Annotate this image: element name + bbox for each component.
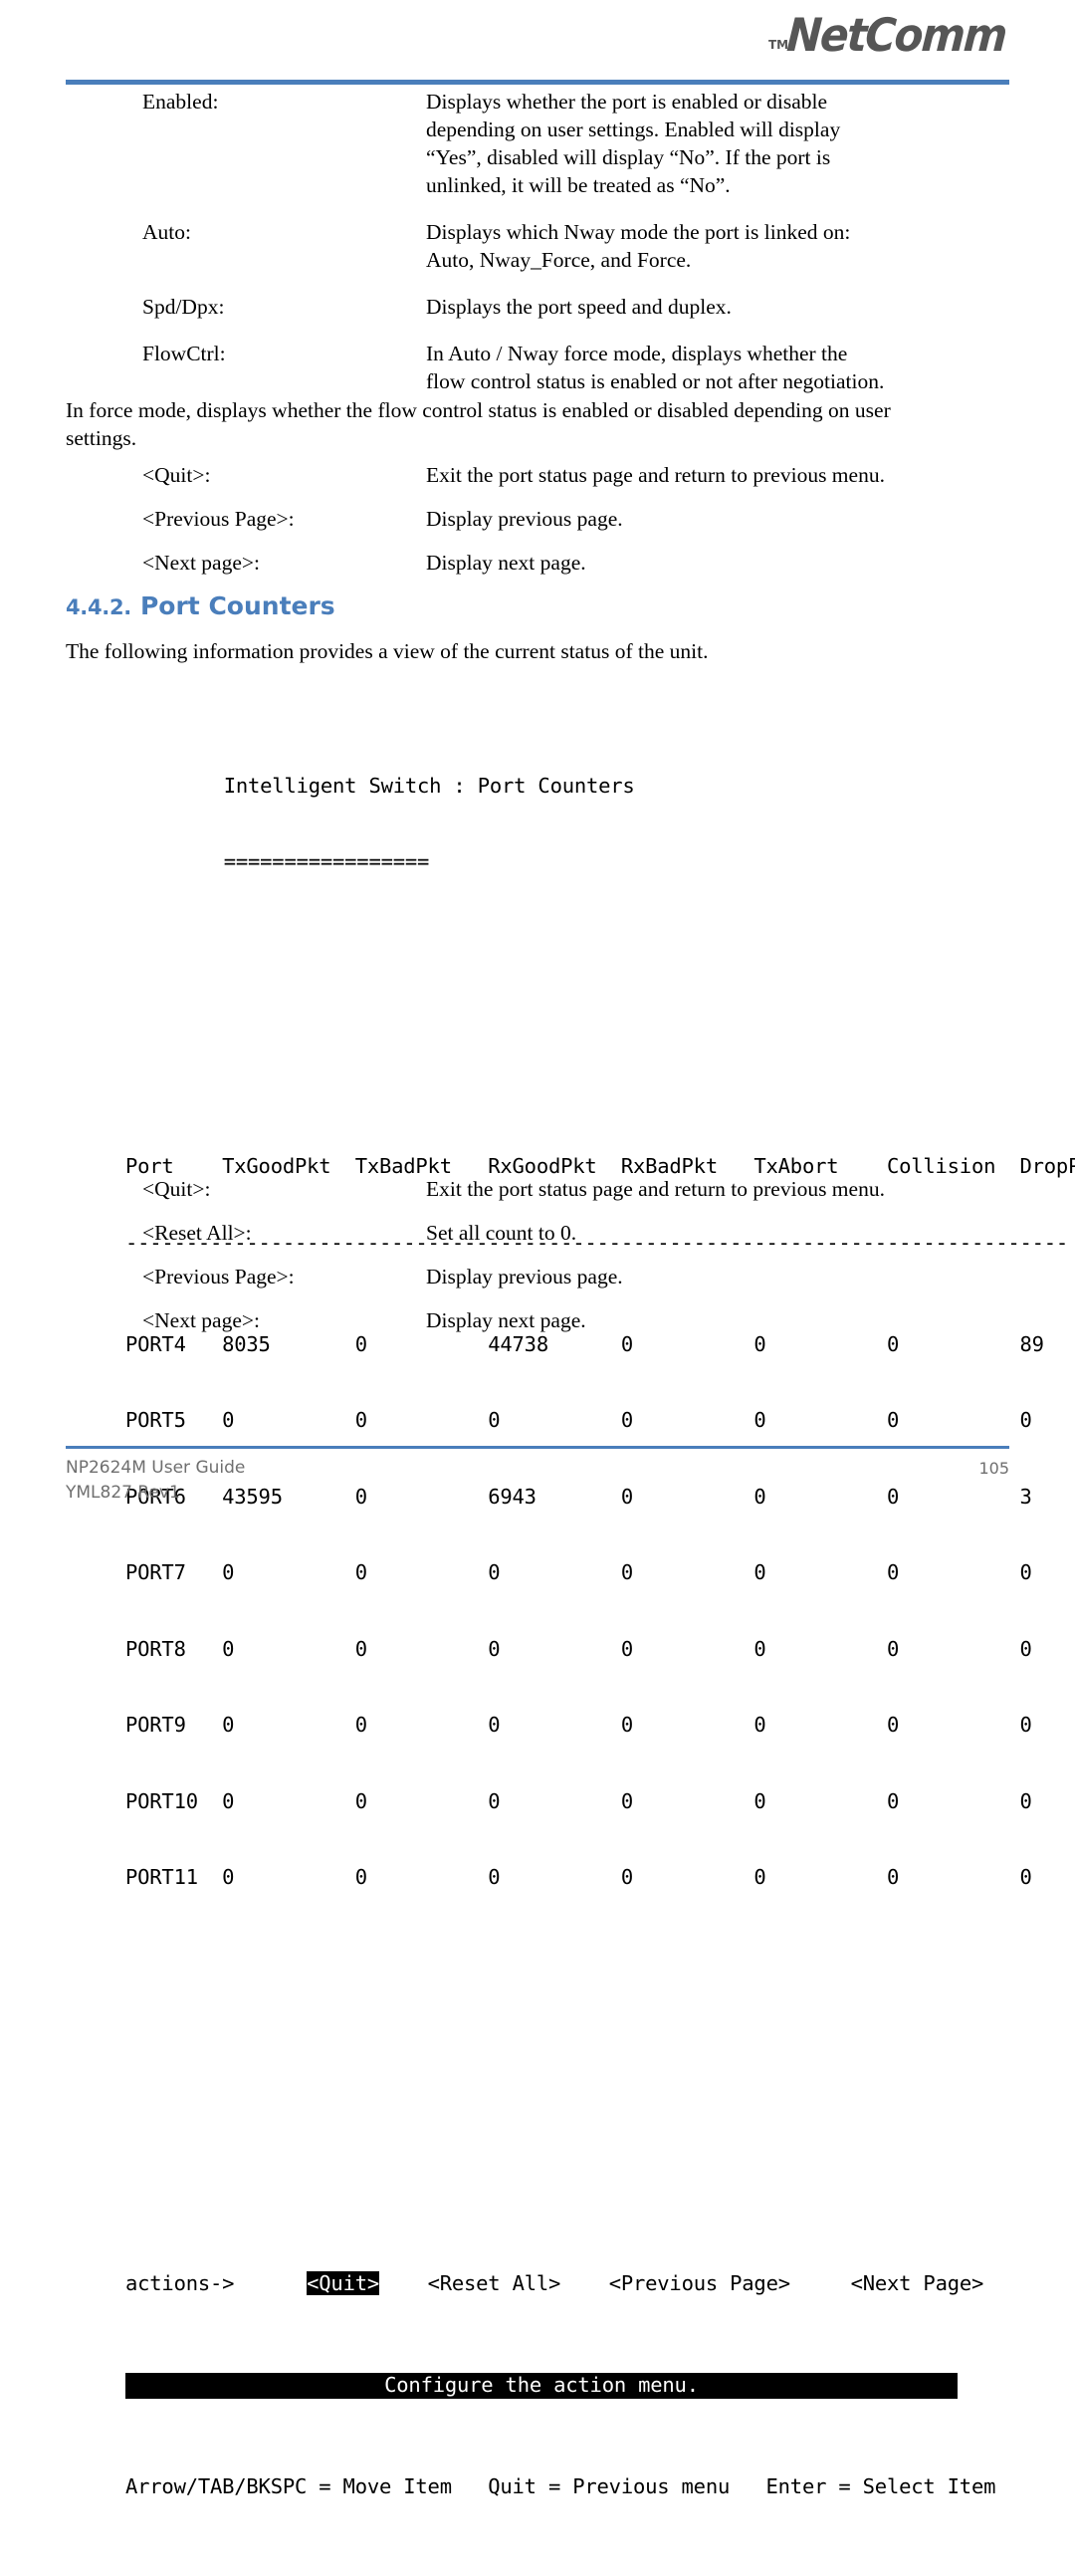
definition-description: Displays which Nway mode the port is lin… bbox=[426, 218, 1009, 274]
definition-description: Displays the port speed and duplex. bbox=[426, 293, 1009, 321]
definition-line: depending on user settings. Enabled will… bbox=[426, 117, 841, 141]
actions-gap bbox=[790, 2271, 851, 2295]
terminal-spacer bbox=[125, 1967, 958, 2017]
definition-row: <Previous Page>: Display previous page. bbox=[66, 1263, 1009, 1290]
paragraph-line: settings. bbox=[66, 426, 137, 450]
document-page: NetCommTM Enabled: Displays whether the … bbox=[0, 0, 1075, 2498]
definition-term: <Quit>: bbox=[142, 1177, 211, 1201]
definition-term: <Previous Page>: bbox=[142, 507, 295, 531]
definition-description: Displays whether the port is enabled or … bbox=[426, 88, 1009, 199]
definition-row: <Next page>: Display next page. bbox=[66, 1306, 1009, 1334]
page-title: Port Counters bbox=[139, 591, 335, 620]
actions-gap bbox=[379, 2271, 428, 2295]
section-number: 4.4.2. bbox=[66, 595, 131, 619]
definition-line: Auto, Nway_Force, and Force. bbox=[426, 248, 692, 272]
definition-list-port-counters-actions: <Quit>: Exit the port status page and re… bbox=[66, 1175, 1009, 1350]
definition-row: Enabled: Displays whether the port is en… bbox=[66, 88, 1009, 199]
terminal-spacer bbox=[125, 1053, 958, 1078]
definition-term: <Next page>: bbox=[142, 551, 260, 575]
definition-line: “Yes”, disabled will display “No”. If th… bbox=[426, 145, 831, 169]
definition-row: Auto: Displays which Nway mode the port … bbox=[66, 218, 1009, 274]
table-row: PORT10 0 0 0 0 0 0 0 bbox=[125, 1788, 1032, 1813]
definition-list-port-status: Enabled: Displays whether the port is en… bbox=[66, 88, 1009, 414]
header-rule bbox=[66, 80, 1009, 85]
definition-description: Exit the port status page and return to … bbox=[426, 1177, 885, 1201]
definition-line: flow control status is enabled or not af… bbox=[426, 369, 885, 393]
action-item-quit[interactable]: <Quit> bbox=[307, 2271, 379, 2295]
netcomm-wordmark: NetComm bbox=[784, 8, 1008, 62]
definition-row: <Next page>: Display next page. bbox=[66, 549, 1009, 577]
definition-term: <Reset All>: bbox=[142, 1221, 252, 1245]
paragraph-line: The following information provides a vie… bbox=[66, 639, 709, 663]
trademark-symbol: TM bbox=[768, 38, 789, 52]
definition-term: <Previous Page>: bbox=[142, 1265, 295, 1288]
terminal-screen: Intelligent Switch : Port Counters =====… bbox=[125, 697, 1075, 2576]
definition-line: unlinked, it will be treated as “No”. bbox=[426, 173, 731, 197]
definition-description: Display next page. bbox=[426, 551, 586, 575]
definition-description: Display previous page. bbox=[426, 1265, 623, 1288]
table-row: PORT8 0 0 0 0 0 0 0 bbox=[125, 1636, 1032, 1661]
footer-guide-name: NP2624M User Guide bbox=[66, 1458, 246, 1478]
definition-row: FlowCtrl: In Auto / Nway force mode, dis… bbox=[66, 340, 1009, 395]
definition-line: In Auto / Nway force mode, displays whet… bbox=[426, 342, 848, 365]
definition-row: <Quit>: Exit the port status page and re… bbox=[66, 1175, 1009, 1203]
footer-document-info: NP2624M User Guide YML827 Rev1 bbox=[66, 1456, 245, 1506]
terminal-spacer bbox=[125, 951, 958, 1002]
table-row: PORT5 0 0 0 0 0 0 0 bbox=[125, 1408, 1032, 1432]
footer-rule bbox=[66, 1446, 1009, 1449]
definition-term: Enabled: bbox=[142, 90, 219, 114]
definition-row: <Previous Page>: Display previous page. bbox=[66, 505, 1009, 533]
footer-revision: YML827 Rev1 bbox=[66, 1483, 180, 1503]
terminal-title: Intelligent Switch : Port Counters bbox=[223, 773, 635, 798]
definition-row: <Quit>: Exit the port status page and re… bbox=[66, 461, 1009, 489]
action-item-reset-all[interactable]: <Reset All> bbox=[428, 2271, 561, 2295]
terminal-help-line: Arrow/TAB/BKSPC = Move Item Quit = Previ… bbox=[125, 2474, 996, 2498]
definition-description: Set all count to 0. bbox=[426, 1221, 577, 1245]
definition-row: <Reset All>: Set all count to 0. bbox=[66, 1219, 1009, 1247]
definition-description: Display next page. bbox=[426, 1308, 586, 1332]
action-item-previous-page[interactable]: <Previous Page> bbox=[609, 2271, 790, 2295]
definition-line: Displays which Nway mode the port is lin… bbox=[426, 220, 851, 244]
definition-list-port-status-actions: <Quit>: Exit the port status page and re… bbox=[66, 461, 1009, 592]
definition-term: Spd/Dpx: bbox=[142, 295, 225, 319]
terminal-actions-row: actions-> <Quit> <Reset All> <Previous P… bbox=[125, 2271, 983, 2297]
section-heading: 4.4.2. Port Counters bbox=[66, 591, 335, 620]
paragraph-line: In force mode, displays whether the flow… bbox=[66, 398, 891, 422]
section-intro-paragraph: The following information provides a vie… bbox=[66, 637, 1009, 665]
definition-line: Displays whether the port is enabled or … bbox=[426, 90, 828, 114]
table-row: PORT7 0 0 0 0 0 0 0 bbox=[125, 1560, 1032, 1584]
actions-gap bbox=[234, 2271, 307, 2295]
force-mode-paragraph: In force mode, displays whether the flow… bbox=[66, 396, 1009, 452]
definition-term: <Quit>: bbox=[142, 463, 211, 487]
definition-row: Spd/Dpx: Displays the port speed and dup… bbox=[66, 293, 1009, 321]
definition-description: In Auto / Nway force mode, displays whet… bbox=[426, 340, 1009, 395]
definition-term: <Next page>: bbox=[142, 1308, 260, 1332]
netcomm-logo: NetCommTM bbox=[766, 8, 1015, 70]
action-item-next-page[interactable]: <Next Page> bbox=[851, 2271, 984, 2295]
terminal-spacer bbox=[125, 2068, 958, 2119]
table-row: PORT9 0 0 0 0 0 0 0 bbox=[125, 1713, 1032, 1737]
definition-description: Exit the port status page and return to … bbox=[426, 463, 885, 487]
table-row: PORT11 0 0 0 0 0 0 0 bbox=[125, 1865, 1032, 1889]
terminal-title-rule: ================= bbox=[223, 849, 430, 873]
actions-label: actions-> bbox=[125, 2271, 235, 2295]
definition-term: FlowCtrl: bbox=[142, 342, 226, 365]
definition-description: Display previous page. bbox=[426, 507, 623, 531]
terminal-status-bar: Configure the action menu. bbox=[125, 2373, 958, 2399]
definition-term: Auto: bbox=[142, 220, 191, 244]
terminal-spacer bbox=[125, 2170, 958, 2196]
definition-line: Displays the port speed and duplex. bbox=[426, 295, 732, 319]
actions-gap bbox=[560, 2271, 609, 2295]
page-footer: NP2624M User Guide YML827 Rev1 105 bbox=[66, 1456, 1009, 1506]
page-number: 105 bbox=[978, 1459, 1009, 1478]
